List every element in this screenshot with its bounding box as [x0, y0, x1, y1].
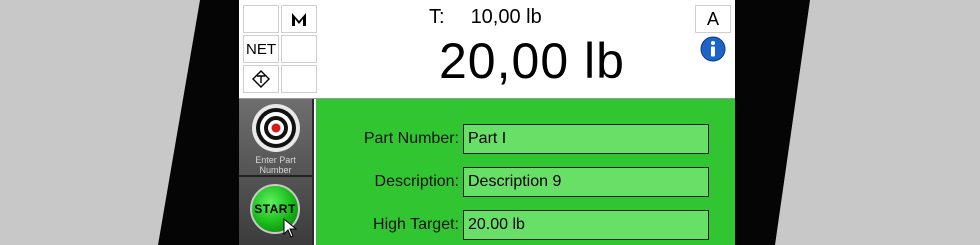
net-label: NET — [246, 40, 276, 58]
annunciator-empty-2 — [281, 35, 317, 63]
softkey-panel: Enter Part Number START — [239, 99, 314, 245]
enter-part-number-softkey[interactable]: Enter Part Number — [239, 99, 312, 177]
form-row-part-number: Part Number: — [316, 124, 735, 156]
annunciator-empty-4 — [695, 65, 731, 93]
annunciator-stable — [281, 5, 317, 33]
form-row-description: Description: — [316, 167, 735, 199]
enter-part-number-label: Enter Part Number — [255, 155, 296, 175]
weight-display-header: NET T: 10,00 lb 20,00 lb A — [239, 0, 735, 99]
scale-stable-icon — [292, 13, 306, 26]
start-label: START — [254, 202, 296, 216]
mouse-pointer-icon — [283, 218, 297, 238]
high-target-field[interactable] — [463, 210, 709, 240]
terminal-screen: NET T: 10,00 lb 20,00 lb A Enter Part Nu… — [239, 0, 735, 245]
info-button[interactable] — [695, 35, 731, 63]
annunciator-net: NET — [243, 35, 279, 63]
center-of-zero-icon — [252, 70, 270, 88]
target-icon[interactable] — [251, 103, 301, 153]
annunciator-empty-1 — [243, 5, 279, 33]
gross-weight-readout: 20,00 lb — [439, 33, 625, 89]
part-form: Part Number: Description: High Target: — [316, 99, 735, 245]
description-label: Description: — [374, 173, 459, 190]
high-target-label: High Target: — [373, 216, 459, 233]
part-number-label: Part Number: — [363, 130, 459, 147]
tare-label: T: — [429, 6, 445, 28]
annunciator-empty-3 — [281, 65, 317, 93]
tare-value: 10,00 lb — [470, 6, 542, 28]
info-icon[interactable] — [700, 36, 726, 62]
description-field[interactable] — [463, 167, 709, 197]
part-number-field[interactable] — [463, 124, 709, 154]
mode-label: A — [706, 8, 719, 29]
form-row-high-target: High Target: — [316, 210, 735, 242]
tare-readout: T: 10,00 lb — [429, 6, 542, 29]
start-softkey[interactable]: START — [239, 178, 312, 245]
mode-indicator: A — [695, 5, 731, 33]
annunciator-zero — [243, 65, 279, 93]
